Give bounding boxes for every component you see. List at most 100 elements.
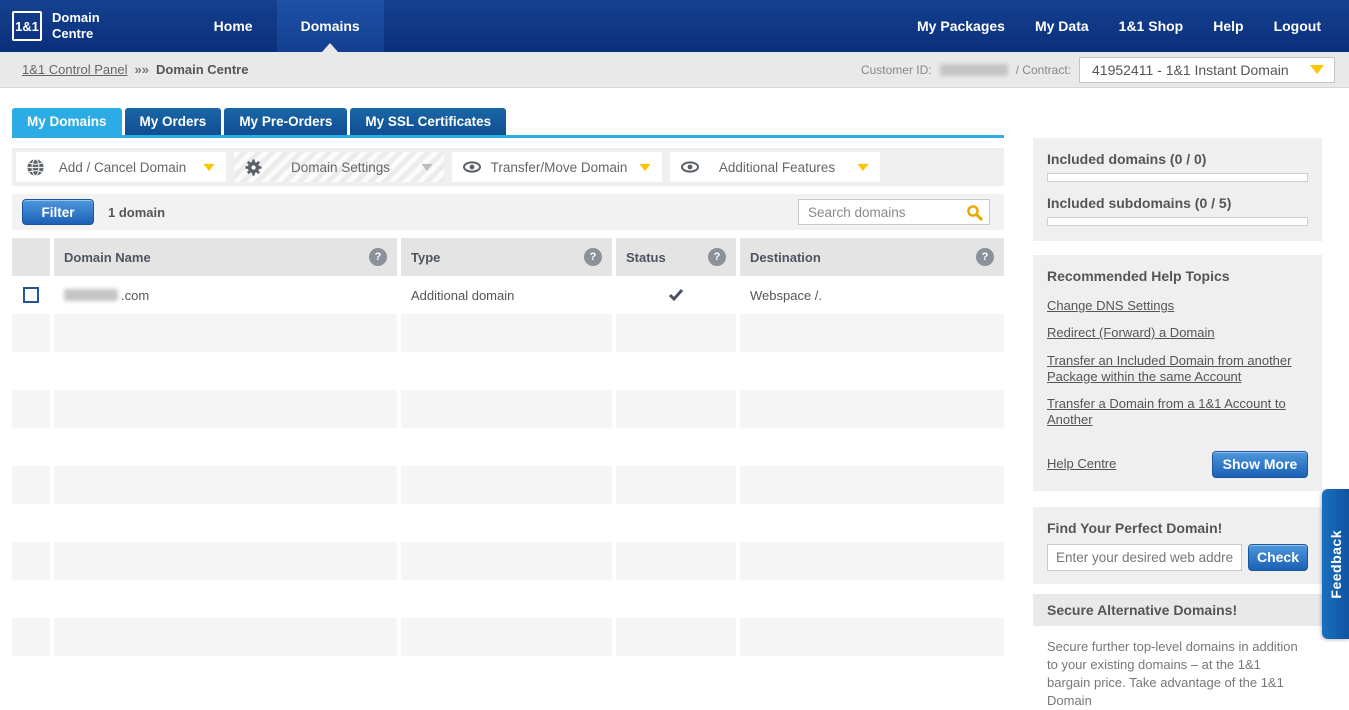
eye-icon [680,159,700,175]
feedback-tab[interactable]: Feedback [1322,489,1349,639]
empty-row [12,314,1004,352]
search-icon[interactable] [966,204,983,221]
additional-features-button[interactable]: Additional Features [670,152,880,182]
tab-my-ssl-certificates[interactable]: My SSL Certificates [350,108,506,135]
row-spacer [12,504,1004,542]
tab-my-orders[interactable]: My Orders [125,108,222,135]
brand: 1&1 Domain Centre [0,0,120,52]
show-more-button[interactable]: Show More [1212,451,1308,478]
help-link-transfer-account[interactable]: Transfer a Domain from a 1&1 Account to … [1047,396,1308,429]
tab-my-domains[interactable]: My Domains [12,108,122,135]
row-domain-name: .com [54,276,397,314]
row-spacer [12,352,1004,390]
tab-strip: My Domains My Orders My Pre-Orders My SS… [12,108,1004,135]
help-icon[interactable]: ? [369,248,387,266]
help-icon[interactable]: ? [976,248,994,266]
chevron-down-icon [639,163,650,170]
app-title-line1: Domain [52,10,100,26]
nav-link-shop[interactable]: 1&1 Shop [1119,18,1184,34]
nav-item-domains[interactable]: Domains [277,0,384,52]
additional-features-label: Additional Features [700,160,854,175]
main-content: My Domains My Orders My Pre-Orders My SS… [12,88,1004,656]
contract-dropdown[interactable]: 41952411 - 1&1 Instant Domain [1079,57,1335,83]
redacted-customer-id [940,64,1008,76]
app-title-line2: Centre [52,26,100,42]
breadcrumb-root-link[interactable]: 1&1 Control Panel [22,62,128,77]
globe-icon [26,158,45,177]
chevron-down-icon [421,163,432,170]
table-row: .com Additional domain Webspace /. [12,276,1004,314]
included-subdomains-label: Included subdomains (0 / 5) [1047,195,1308,211]
empty-row [12,390,1004,428]
transfer-move-domain-button[interactable]: Transfer/Move Domain [452,152,662,182]
status-ok-icon [668,288,684,302]
check-button[interactable]: Check [1248,544,1308,571]
chevron-down-icon [1310,65,1324,74]
header-destination: Destination ? [740,238,1004,276]
breadcrumb-bar: 1&1 Control Panel »» Domain Centre Custo… [0,52,1349,88]
account-info: Customer ID: / Contract: 41952411 - 1&1 … [861,57,1335,83]
header-destination-label: Destination [750,250,821,265]
nav-link-help[interactable]: Help [1213,18,1243,34]
top-navigation: 1&1 Domain Centre Home Domains My Packag… [0,0,1349,52]
empty-row [12,542,1004,580]
domain-toolbar: Add / Cancel Domain Domain Settings [12,148,1004,186]
add-cancel-domain-label: Add / Cancel Domain [45,160,200,175]
usage-panel: Included domains (0 / 0) Included subdom… [1033,138,1322,241]
empty-row [12,618,1004,656]
row-spacer [12,580,1004,618]
help-link-redirect[interactable]: Redirect (Forward) a Domain [1047,325,1308,341]
customer-id-label: Customer ID: [861,63,932,77]
secure-domains-text: Secure further top-level domains in addi… [1045,626,1317,710]
domains-table: Domain Name ? Type ? Status ? Destinatio… [12,238,1004,656]
help-topics-title: Recommended Help Topics [1047,268,1308,284]
brand-logo: 1&1 [12,11,42,41]
search-input[interactable] [798,199,990,225]
domain-check-form: Check [1047,544,1308,571]
filter-bar: Filter 1 domain [12,194,1004,230]
filter-button[interactable]: Filter [22,199,94,225]
row-status [616,276,736,314]
active-nav-notch [322,43,338,52]
header-domain-name: Domain Name ? [54,238,397,276]
row-checkbox[interactable] [23,287,39,303]
domain-settings-button[interactable]: Domain Settings [234,152,444,182]
included-domains-label: Included domains (0 / 0) [1047,151,1308,167]
eye-icon [462,159,482,175]
nav-item-domains-label: Domains [301,18,360,34]
help-topics-panel: Recommended Help Topics Change DNS Setti… [1033,255,1322,491]
app-title: Domain Centre [52,10,100,41]
table-header-row: Domain Name ? Type ? Status ? Destinatio… [12,238,1004,276]
sidebar: Included domains (0 / 0) Included subdom… [1033,138,1322,710]
domain-suffix: .com [121,288,149,303]
add-cancel-domain-button[interactable]: Add / Cancel Domain [16,152,226,182]
included-domains-progressbar [1047,173,1308,182]
tab-my-pre-orders[interactable]: My Pre-Orders [224,108,347,135]
help-centre-link[interactable]: Help Centre [1047,456,1116,472]
help-icon[interactable]: ? [708,248,726,266]
feedback-label: Feedback [1328,530,1344,599]
header-type-label: Type [411,250,440,265]
empty-row [12,466,1004,504]
chevron-down-icon [203,163,214,170]
row-spacer [12,428,1004,466]
domain-settings-label: Domain Settings [263,160,418,175]
user-nav: My Packages My Data 1&1 Shop Help Logout [917,0,1349,52]
breadcrumb-current: Domain Centre [156,62,248,77]
header-status: Status ? [616,238,736,276]
help-link-transfer-included[interactable]: Transfer an Included Domain from another… [1047,353,1308,386]
nav-link-my-packages[interactable]: My Packages [917,18,1005,34]
domain-count: 1 domain [108,205,165,220]
nav-link-my-data[interactable]: My Data [1035,18,1089,34]
secure-domains-title: Secure Alternative Domains! [1033,594,1322,626]
gear-icon [244,158,263,177]
tab-underline [12,135,1004,138]
nav-link-logout[interactable]: Logout [1274,18,1321,34]
chevron-down-icon [857,163,868,170]
nav-item-home[interactable]: Home [190,0,277,52]
domain-check-input[interactable] [1047,544,1242,571]
row-checkbox-cell [12,276,50,314]
help-link-dns[interactable]: Change DNS Settings [1047,298,1308,314]
transfer-move-domain-label: Transfer/Move Domain [482,160,636,175]
help-icon[interactable]: ? [584,248,602,266]
